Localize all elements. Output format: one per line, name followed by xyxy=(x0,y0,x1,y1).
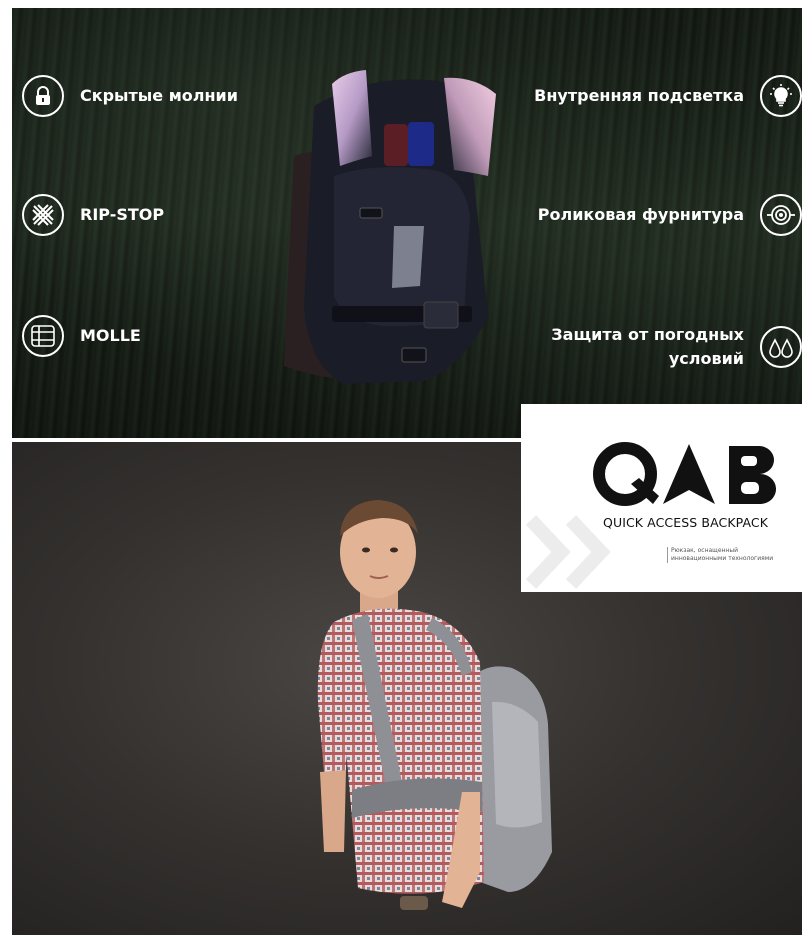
logo-tagline: Рюкзак, оснащенный инновационными технол… xyxy=(667,547,791,563)
feature-label: Защита от погодных условий xyxy=(551,323,744,371)
feature-label: Роликовая фурнитура xyxy=(537,205,744,224)
molle-webbing-icon xyxy=(22,315,64,357)
feature-label: Внутренняя подсветка xyxy=(534,86,744,105)
feature-inner-light: Внутренняя подсветка xyxy=(534,75,802,117)
feature-label: MOLLE xyxy=(80,326,141,345)
logo-tagline-line1: Рюкзак, оснащенный xyxy=(671,547,738,554)
lightbulb-icon xyxy=(760,75,802,117)
backpack-image xyxy=(284,70,496,385)
feature-label-line2: условий xyxy=(668,349,744,368)
logo-subtitle: QUICK ACCESS BACKPACK xyxy=(603,515,769,530)
feature-showcase-panel: Скрытые молнии RIP-STOP MOLLE Внутренняя… xyxy=(12,8,802,438)
qab-logo-card: QUICK ACCESS BACKPACK Рюкзак, оснащенный… xyxy=(521,404,802,592)
feature-label: RIP-STOP xyxy=(80,205,165,224)
feature-weather-protection: Защита от погодных условий xyxy=(551,323,802,371)
roller-icon xyxy=(760,194,802,236)
lock-icon xyxy=(22,75,64,117)
logo-tagline-line2: инновационными технологиями xyxy=(671,555,774,562)
qab-logo xyxy=(593,442,777,506)
feature-rip-stop: RIP-STOP xyxy=(22,194,164,236)
feature-label: Скрытые молнии xyxy=(80,86,238,105)
feature-label-line1: Защита от погодных xyxy=(551,325,744,344)
feature-hidden-zippers: Скрытые молнии xyxy=(22,75,238,117)
water-drops-icon xyxy=(760,326,802,368)
rip-stop-fabric-icon xyxy=(22,194,64,236)
feature-molle: MOLLE xyxy=(22,315,141,357)
feature-roller-hardware: Роликовая фурнитура xyxy=(538,194,802,236)
